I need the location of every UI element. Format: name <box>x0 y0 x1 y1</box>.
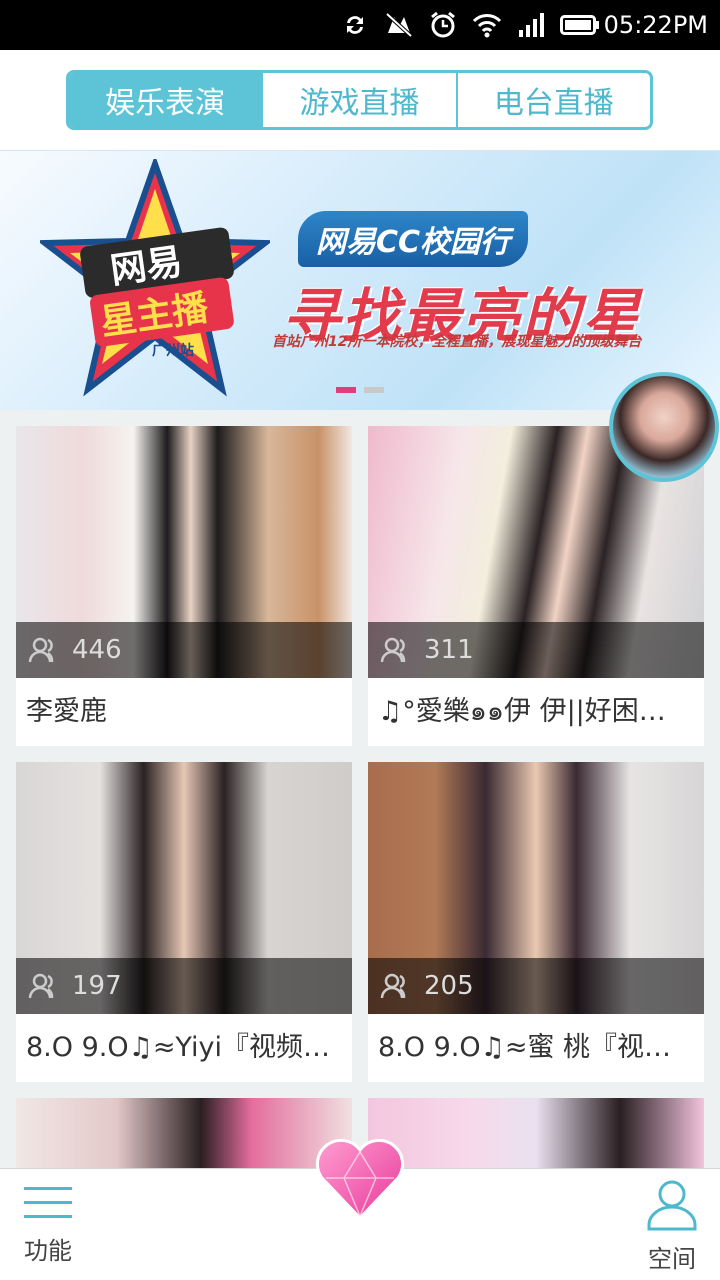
viewer-count-bar: 446 <box>16 622 352 678</box>
viewers-icon <box>28 637 54 663</box>
viewer-count: 197 <box>72 971 122 1001</box>
stream-card[interactable]: 446 李愛鹿 <box>16 426 352 746</box>
viewer-count-bar: 197 <box>16 958 352 1014</box>
tab-entertainment[interactable]: 娱乐表演 <box>69 73 264 127</box>
page-dot-2 <box>364 387 384 393</box>
status-bar: 05:22PM <box>0 0 720 50</box>
battery-icon <box>560 10 600 40</box>
stream-title: 8.O 9.O♫≈Yiyi『视频… <box>26 1032 330 1063</box>
clock: 05:22PM <box>603 11 708 39</box>
stream-title: 李愛鹿 <box>26 696 107 727</box>
heart-button[interactable] <box>314 1138 406 1222</box>
campaign-badge: 网易CC校园行 <box>298 211 529 267</box>
nav-space-label: 空间 <box>648 1245 696 1273</box>
signal-icon <box>516 10 546 40</box>
stream-title: 8.O 9.O♫≈蜜 桃『视… <box>378 1032 672 1063</box>
alarm-icon <box>428 10 458 40</box>
top-bar: 娱乐表演 游戏直播 电台直播 <box>0 50 720 150</box>
stream-card[interactable] <box>16 1098 352 1168</box>
tab-game-live[interactable]: 游戏直播 <box>263 73 458 127</box>
menu-icon <box>24 1187 72 1218</box>
stream-title: ♫°愛樂๑๑伊 伊||好困… <box>378 696 666 727</box>
viewers-icon <box>380 973 406 999</box>
promo-banner[interactable]: 网易 星主播 广州站 网易CC校园行 寻找最亮的星 首站广州12所一本院校，全程… <box>0 150 720 410</box>
viewers-icon <box>380 637 406 663</box>
stream-card[interactable] <box>368 1098 704 1168</box>
tab-radio-live[interactable]: 电台直播 <box>458 73 650 127</box>
page-dot-1 <box>336 387 356 393</box>
page-indicator <box>336 387 384 393</box>
viewer-count: 205 <box>424 971 474 1001</box>
stream-thumbnail: 446 <box>16 426 352 678</box>
wifi-icon <box>472 10 502 40</box>
viewers-icon <box>28 973 54 999</box>
sync-icon <box>340 10 370 40</box>
floating-avatar[interactable] <box>609 372 719 482</box>
nav-functions[interactable]: 功能 <box>18 1183 78 1266</box>
nav-space[interactable]: 空间 <box>642 1179 702 1274</box>
viewer-count-bar: 205 <box>368 958 704 1014</box>
viewer-count-bar: 311 <box>368 622 704 678</box>
banner-subline: 首站广州12所一本院校，全程直播，展现星魅力的顶级舞台 <box>272 334 642 350</box>
stream-thumbnail: 197 <box>16 762 352 1014</box>
viewer-count: 311 <box>424 635 474 665</box>
category-tabs: 娱乐表演 游戏直播 电台直播 <box>66 70 653 130</box>
nav-functions-label: 功能 <box>24 1237 72 1265</box>
stream-thumbnail: 205 <box>368 762 704 1014</box>
stream-thumbnail <box>368 1098 704 1168</box>
viewer-count: 446 <box>72 635 122 665</box>
status-icons <box>340 10 600 40</box>
stream-card[interactable]: 197 8.O 9.O♫≈Yiyi『视频… <box>16 762 352 1082</box>
user-icon <box>647 1180 697 1231</box>
stream-thumbnail <box>16 1098 352 1168</box>
mute-icon <box>384 10 414 40</box>
star-logo-icon: 网易 星主播 广州站 <box>40 159 270 397</box>
stream-card[interactable]: 205 8.O 9.O♫≈蜜 桃『视… <box>368 762 704 1082</box>
logo-line3: 广州站 <box>152 342 194 359</box>
